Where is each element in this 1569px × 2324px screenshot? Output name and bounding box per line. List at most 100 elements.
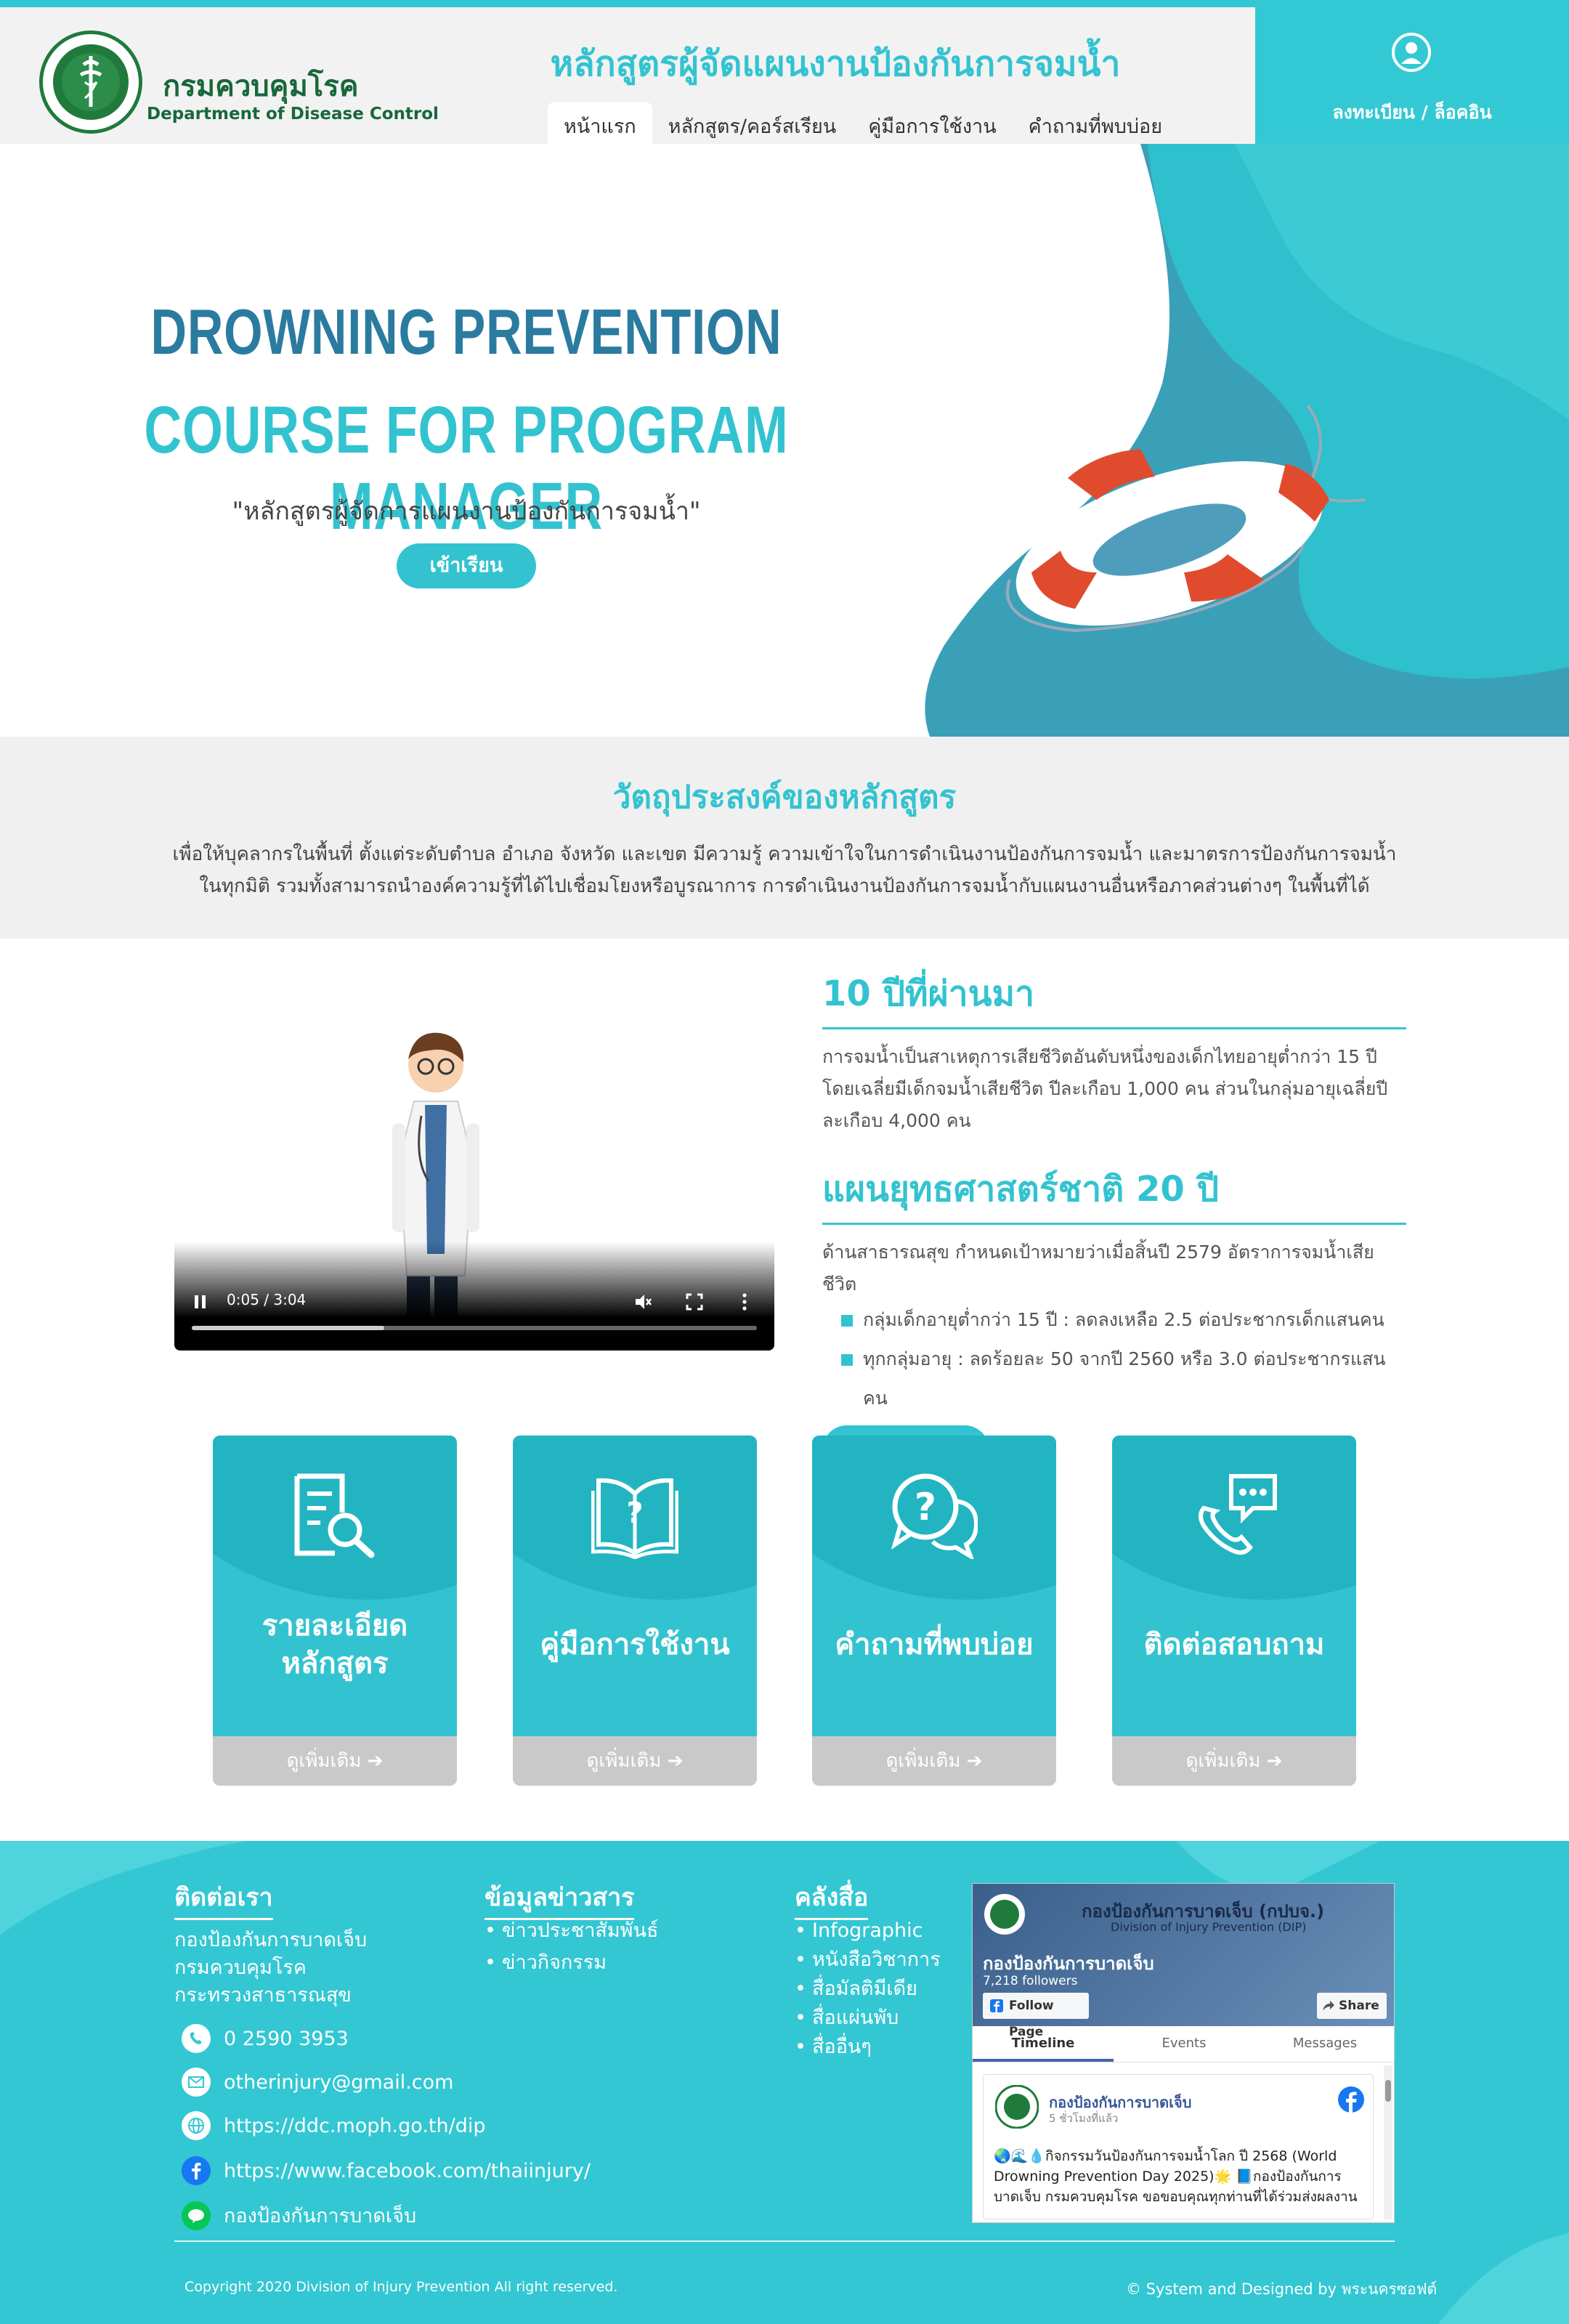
footer-media-title: คลังสื่อ: [795, 1877, 869, 1920]
card-faq[interactable]: ? คำถามที่พบบ่อย ดูเพิ่มเติม ➔: [812, 1436, 1056, 1786]
footer-contact-title: ติดต่อเรา: [174, 1877, 273, 1920]
video-progress-fill: [192, 1326, 384, 1330]
fb-scrollbar[interactable]: [1384, 2065, 1392, 2219]
footer-org-line: กระทรวงสาธารณสุข: [174, 1984, 352, 2007]
user-icon[interactable]: [1391, 32, 1432, 73]
facebook-cover: กองป้องกันการบาดเจ็บ (กปบจ.) Division of…: [973, 1884, 1394, 2039]
footer-email-text: otherinjury@gmail.com: [224, 2070, 454, 2094]
facebook-page-widget[interactable]: กองป้องกันการบาดเจ็บ (กปบจ.) Division of…: [972, 1883, 1395, 2223]
facebook-icon: [990, 1999, 1003, 2012]
svg-text:?: ?: [626, 1497, 643, 1530]
card-more-link[interactable]: ดูเพิ่มเติม ➔: [812, 1736, 1056, 1786]
fb-share-label: Share: [1339, 1999, 1379, 2013]
card-title: คำถามที่พบบ่อย: [835, 1628, 1034, 1661]
card-manual[interactable]: ? คู่มือการใช้งาน ดูเพิ่มเติม ➔: [513, 1436, 757, 1786]
hero-title-line1: DROWNING PREVENTION: [150, 296, 782, 368]
facebook-icon: [182, 2156, 211, 2185]
enter-course-button[interactable]: เข้าเรียน: [397, 543, 536, 588]
footer-org-line: กองป้องกันการบาดเจ็บ: [174, 1929, 368, 1951]
video-time: 0:05 / 3:04: [227, 1291, 307, 1308]
footer-phone[interactable]: 0 2590 3953: [182, 2024, 349, 2053]
nav-manual[interactable]: คู่มือการใช้งาน: [852, 102, 1012, 150]
footer-divider: [174, 2240, 1395, 2242]
pause-icon[interactable]: [193, 1294, 208, 1310]
fb-post-text: 🌏🌊💧กิจกรรมวันป้องกันการจมน้ำโลก ปี 2568 …: [994, 2148, 1358, 2205]
footer-news-link[interactable]: ข่าวกิจกรรม: [485, 1948, 658, 1977]
logo-english-name: Department of Disease Control: [147, 105, 439, 124]
ddc-logo[interactable]: [39, 31, 142, 134]
footer-phone-text: 0 2590 3953: [224, 2027, 349, 2050]
footer-media-link[interactable]: Infographic: [795, 1916, 941, 1946]
phone-chat-icon: [1199, 1474, 1277, 1555]
plan-target-list: กลุ่มเด็กอายุต่ำกว่า 15 ปี : ลดลงเหลือ 2…: [841, 1300, 1406, 1418]
fb-tabs: Timeline Events Messages: [973, 2026, 1394, 2062]
fb-cover-subtitle: Division of Injury Prevention (DIP): [1111, 1920, 1307, 1934]
nav-faq[interactable]: คำถามที่พบบ่อย: [1013, 102, 1178, 150]
nav-courses[interactable]: หลักสูตร/คอร์สเรียน: [652, 102, 853, 150]
objective-text: เพื่อให้บุคลากรในพื้นที่ ตั้งแต่ระดับตำบ…: [172, 843, 1397, 897]
more-options-icon[interactable]: [741, 1292, 748, 1311]
footer-media-list: Infographic หนังสือวิชาการ สื่อมัลติมีเด…: [795, 1916, 941, 2062]
footer-line-text: กองป้องกันการบาดเจ็บ: [224, 2205, 417, 2227]
hero-subtitle: "หลักสูตรผู้จัดการแผนงานป้องกันการจมน้ำ": [232, 497, 701, 526]
fb-followers: 7,218 followers: [983, 1974, 1078, 1988]
login-link[interactable]: ลงทะเบียน / ล็อคอิน: [1255, 98, 1569, 127]
card-course-detail[interactable]: รายละเอียด หลักสูตร ดูเพิ่มเติม ➔: [213, 1436, 457, 1786]
main-nav: หน้าแรก หลักสูตร/คอร์สเรียน คู่มือการใช้…: [548, 102, 1178, 150]
national-plan-title: แผนยุทธศาสตร์ชาติ 20 ปี: [822, 1162, 1406, 1225]
objective-title: วัตถุประสงค์ของหลักสูตร: [612, 779, 957, 816]
footer-news-link[interactable]: ข่าวประชาสัมพันธ์: [485, 1916, 658, 1946]
facebook-icon: [1338, 2086, 1364, 2113]
footer-facebook-link: https://www.facebook.com/thaiinjury/: [224, 2159, 591, 2182]
footer-media-link[interactable]: หนังสือวิชาการ: [795, 1946, 941, 1975]
footer-line[interactable]: กองป้องกันการบาดเจ็บ: [182, 2200, 416, 2231]
svg-text:?: ?: [915, 1486, 936, 1529]
fb-scrollbar-thumb[interactable]: [1385, 2080, 1391, 2102]
card-title: คู่มือการใช้งาน: [540, 1628, 730, 1661]
nav-home[interactable]: หน้าแรก: [548, 102, 652, 150]
info-section: 10 ปีที่ผ่านมา การจมน้ำเป็นสาเหตุการเสีย…: [822, 966, 1406, 1475]
past-decade-title: 10 ปีที่ผ่านมา: [822, 966, 1406, 1029]
fb-follow-button[interactable]: Follow Page: [983, 1993, 1089, 2039]
faq-bubble-icon: ?: [891, 1473, 978, 1559]
book-question-icon: ?: [591, 1478, 678, 1559]
card-contact[interactable]: ติดต่อสอบถาม ดูเพิ่มเติม ➔: [1112, 1436, 1356, 1786]
footer-news-title: ข้อมูลข่าวสาร: [485, 1877, 635, 1920]
plan-target-item: ทุกกลุ่มอายุ : ลดร้อยละ 50 จากปี 2560 หร…: [841, 1340, 1406, 1418]
card-title: รายละเอียด หลักสูตร: [262, 1609, 408, 1680]
plan-target-item: กลุ่มเด็กอายุต่ำกว่า 15 ปี : ลดลงเหลือ 2…: [841, 1300, 1406, 1340]
fb-tab-messages[interactable]: Messages: [1254, 2026, 1394, 2062]
footer-website[interactable]: https://ddc.moph.go.th/dip: [182, 2111, 485, 2140]
card-more-link[interactable]: ดูเพิ่มเติม ➔: [213, 1736, 457, 1786]
fb-tab-events[interactable]: Events: [1114, 2026, 1254, 2062]
dip-logo-icon: [984, 1894, 1025, 1935]
intro-video-player[interactable]: 0:05 / 3:04: [174, 1014, 774, 1351]
card-more-link[interactable]: ดูเพิ่มเติม ➔: [513, 1736, 757, 1786]
footer-email[interactable]: otherinjury@gmail.com: [182, 2068, 453, 2097]
phone-icon: [182, 2024, 211, 2053]
dip-avatar-icon: [995, 2085, 1039, 2129]
card-title: ติดต่อสอบถาม: [1143, 1628, 1325, 1661]
footer-facebook[interactable]: https://www.facebook.com/thaiinjury/: [182, 2156, 591, 2185]
fb-tab-timeline[interactable]: Timeline: [973, 2026, 1114, 2062]
line-app-icon: [182, 2200, 211, 2230]
footer-media-link[interactable]: สื่อมัลติมีเดีย: [795, 1975, 941, 2004]
fullscreen-icon[interactable]: [686, 1293, 703, 1311]
copyright-text: Copyright 2020 Division of Injury Preven…: [185, 2279, 618, 2295]
globe-icon: [182, 2111, 211, 2140]
card-more-link[interactable]: ดูเพิ่มเติม ➔: [1112, 1736, 1356, 1786]
email-icon: [182, 2068, 211, 2097]
document-search-icon: [294, 1473, 375, 1558]
footer-media-link[interactable]: สื่อแผ่นพับ: [795, 2004, 941, 2033]
footer-website-link: https://ddc.moph.go.th/dip: [224, 2114, 486, 2137]
fb-share-button[interactable]: Share: [1317, 1993, 1387, 2019]
past-decade-text: การจมน้ำเป็นสาเหตุการเสียชีวิตอันดับหนึ่…: [822, 1046, 1388, 1131]
mute-icon[interactable]: [633, 1292, 652, 1311]
fb-post[interactable]: กองป้องกันการบาดเจ็บ 5 ชั่วโมงที่แล้ว 🌏🌊…: [983, 2074, 1374, 2219]
lifebuoy-icon: [1005, 404, 1366, 633]
video-progress-bar[interactable]: [192, 1326, 757, 1330]
footer-media-link[interactable]: สื่ออื่นๆ: [795, 2033, 941, 2062]
hero-banner: DROWNING PREVENTION COURSE FOR PROGRAM M…: [0, 144, 1569, 737]
national-plan-text: ด้านสาธารณสุข กำหนดเป้าหมายว่าเมื่อสิ้นป…: [822, 1242, 1374, 1295]
footer-org-line: กรมควบคุมโรค: [174, 1956, 307, 1979]
